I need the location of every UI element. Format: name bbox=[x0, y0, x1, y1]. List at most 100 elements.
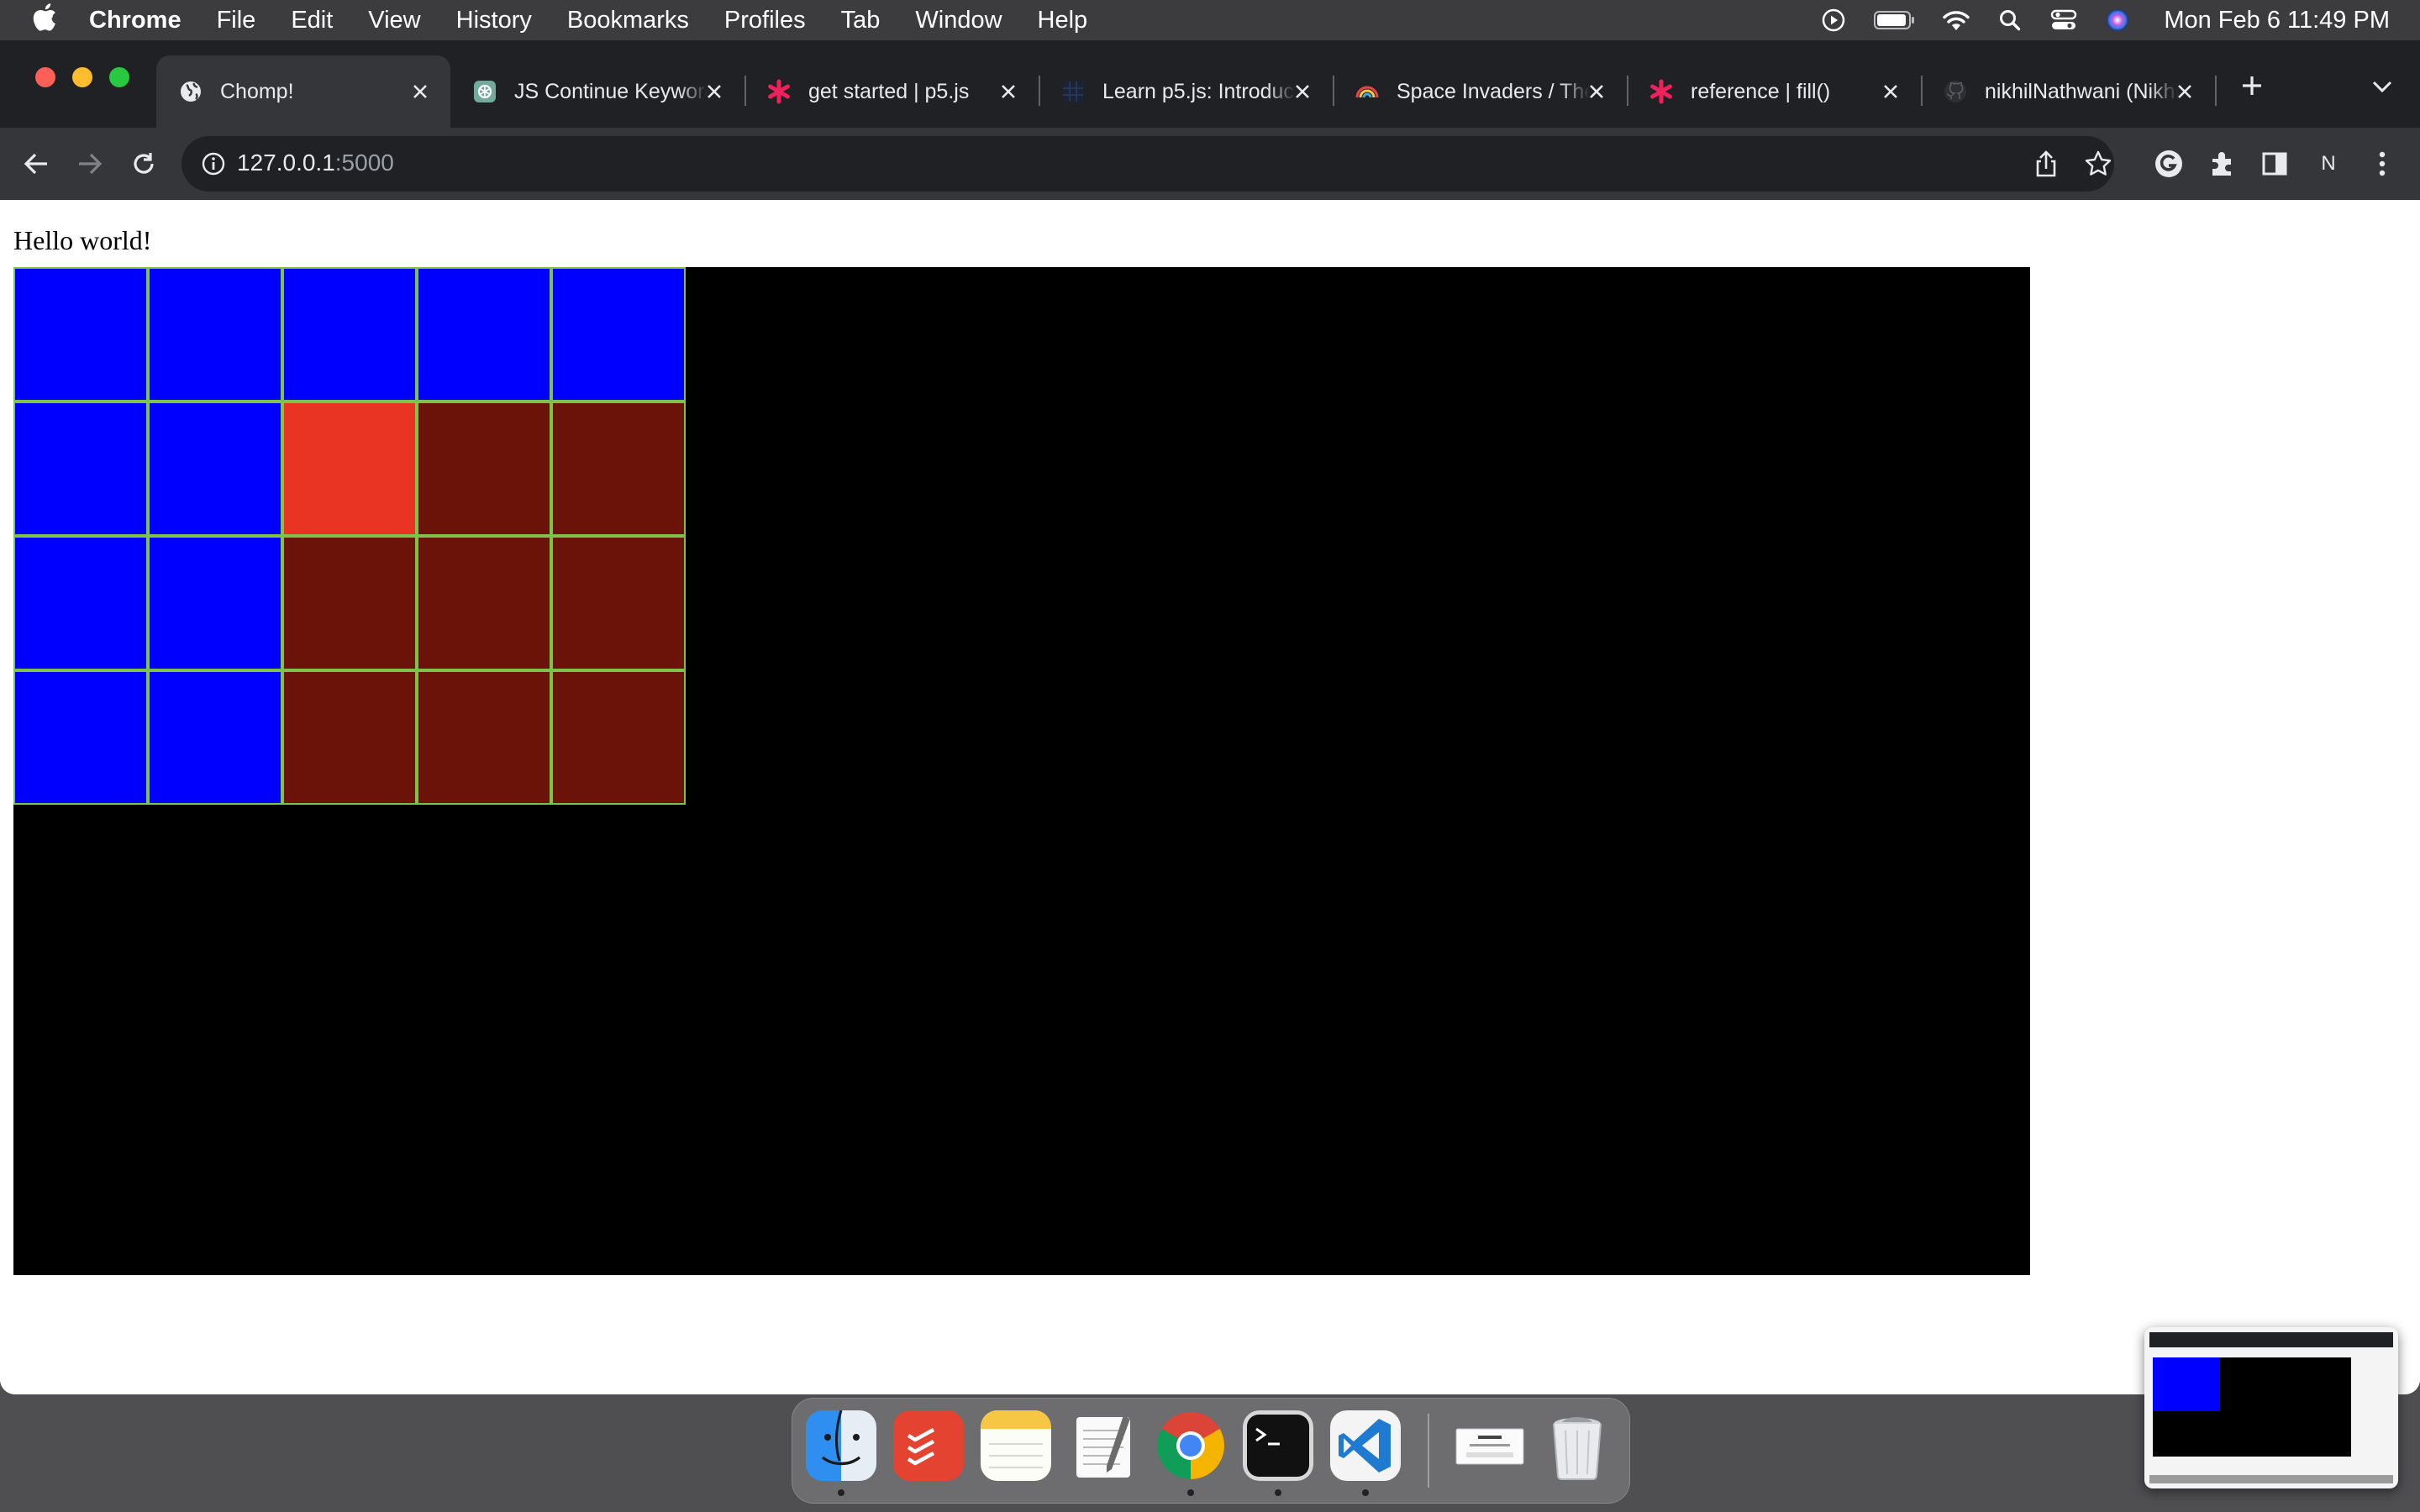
terminal-icon[interactable] bbox=[1243, 1410, 1313, 1481]
bookmark-star-icon[interactable] bbox=[2082, 148, 2114, 180]
menu-view[interactable]: View bbox=[368, 7, 420, 34]
play-circle-icon[interactable] bbox=[1819, 6, 1848, 34]
window-close-button[interactable] bbox=[35, 67, 55, 87]
siri-icon[interactable] bbox=[2103, 6, 2132, 34]
rainbow-icon bbox=[1355, 79, 1380, 104]
grid-cell-unvisited bbox=[551, 267, 686, 402]
thumbnail-grid bbox=[2153, 1357, 2220, 1411]
menu-window[interactable]: Window bbox=[915, 7, 1002, 34]
wifi-icon[interactable] bbox=[1942, 6, 1970, 34]
github-icon bbox=[1943, 79, 1968, 104]
back-arrow-icon[interactable] bbox=[15, 143, 57, 185]
grid-page-icon bbox=[1060, 79, 1086, 104]
menu-tab[interactable]: Tab bbox=[841, 7, 881, 34]
menu-app-name[interactable]: Chrome bbox=[89, 7, 182, 34]
textedit-icon[interactable] bbox=[1068, 1410, 1139, 1481]
address-url[interactable]: 127.0.0.1:5000 bbox=[237, 150, 394, 176]
tab-space-invaders[interactable]: Space Invaders / The Coding Train bbox=[1333, 55, 1627, 128]
menu-file[interactable]: File bbox=[217, 7, 256, 34]
menu-profiles[interactable]: Profiles bbox=[724, 7, 806, 34]
page-content: Hello world! bbox=[0, 200, 2420, 1394]
tab-title: Space Invaders / The Coding Train bbox=[1397, 79, 1590, 103]
tab-js-continue[interactable]: JS Continue Keyword bbox=[450, 55, 744, 128]
p5-asterisk-icon bbox=[766, 79, 792, 104]
more-menu-kebab-icon[interactable] bbox=[2363, 144, 2402, 183]
todoist-icon[interactable] bbox=[893, 1410, 964, 1481]
grammarly-extension-icon[interactable] bbox=[2149, 144, 2188, 183]
grid-cell-eaten bbox=[282, 536, 417, 670]
chrome-icon[interactable] bbox=[1155, 1410, 1226, 1481]
chrome-window: Chomp! JS Continue Keyword get started |… bbox=[0, 40, 2420, 1394]
menu-help[interactable]: Help bbox=[1038, 7, 1088, 34]
new-tab-plus-icon[interactable] bbox=[2232, 66, 2272, 106]
grid-cell-unvisited bbox=[148, 267, 282, 402]
tab-close-icon[interactable] bbox=[2173, 80, 2196, 103]
tab-title: Chomp! bbox=[220, 79, 294, 103]
window-minimize-button[interactable] bbox=[72, 67, 92, 87]
notes-icon[interactable] bbox=[981, 1410, 1051, 1481]
profile-initial: N bbox=[2321, 152, 2336, 175]
tab-reference-fill[interactable]: reference | fill() bbox=[1627, 55, 1921, 128]
control-center-icon[interactable] bbox=[2049, 6, 2078, 34]
share-icon[interactable] bbox=[2030, 148, 2062, 180]
menubar-status-area: Mon Feb 6 11:49 PM bbox=[1819, 0, 2390, 40]
grid-cell-eaten bbox=[417, 402, 551, 536]
globe-icon bbox=[178, 79, 203, 104]
tab-close-icon[interactable] bbox=[1585, 80, 1608, 103]
grid-cell-unvisited bbox=[13, 402, 148, 536]
window-zoom-button[interactable] bbox=[109, 67, 129, 87]
thumbnail-canvas bbox=[2153, 1357, 2351, 1457]
tab-close-icon[interactable] bbox=[702, 80, 726, 103]
profile-avatar[interactable]: N bbox=[2309, 144, 2348, 183]
grid-cell-eaten bbox=[551, 536, 686, 670]
tab-chomp[interactable]: Chomp! bbox=[156, 55, 450, 128]
reload-icon[interactable] bbox=[123, 143, 165, 185]
tab-search-chevron-down-icon[interactable] bbox=[2365, 69, 2400, 104]
grid-cell-eaten bbox=[417, 670, 551, 805]
tab-p5-get-started[interactable]: get started | p5.js bbox=[744, 55, 1039, 128]
tab-close-icon[interactable] bbox=[408, 80, 432, 103]
grid-cell-unvisited bbox=[13, 670, 148, 805]
vscode-icon[interactable] bbox=[1330, 1410, 1401, 1481]
tab-title: get started | p5.js bbox=[808, 79, 970, 103]
tab-learn-p5[interactable]: Learn p5.js: Introduction bbox=[1039, 55, 1333, 128]
address-bar[interactable]: 127.0.0.1:5000 bbox=[182, 136, 2114, 192]
tab-title: Learn p5.js: Introduction bbox=[1102, 79, 1296, 103]
spotlight-search-icon[interactable] bbox=[1996, 6, 2024, 34]
grid-cell-eaten bbox=[551, 402, 686, 536]
tab-github-profile[interactable]: nikhilNathwani (Nikhil) bbox=[1921, 55, 2215, 128]
grid-cell-unvisited bbox=[148, 670, 282, 805]
apple-menu-icon[interactable] bbox=[30, 3, 59, 39]
p5-asterisk-icon bbox=[1649, 79, 1674, 104]
menubar-clock[interactable]: Mon Feb 6 11:49 PM bbox=[2164, 7, 2390, 34]
side-panel-icon[interactable] bbox=[2255, 144, 2294, 183]
dock-divider bbox=[1428, 1414, 1429, 1488]
game-grid bbox=[13, 267, 686, 805]
menu-edit[interactable]: Edit bbox=[291, 7, 333, 34]
tab-close-icon[interactable] bbox=[1879, 80, 1902, 103]
grid-cell-eaten bbox=[417, 536, 551, 670]
game-canvas[interactable] bbox=[13, 267, 2030, 1275]
tab-close-icon[interactable] bbox=[1291, 80, 1314, 103]
battery-icon[interactable] bbox=[1873, 6, 1917, 34]
macos-menubar: Chrome File Edit View History Bookmarks … bbox=[0, 0, 2420, 40]
menu-history[interactable]: History bbox=[456, 7, 532, 34]
tab-title: nikhilNathwani (Nikhil) bbox=[1985, 79, 2178, 103]
finder-running-dot bbox=[838, 1489, 844, 1496]
tab-close-icon[interactable] bbox=[997, 80, 1020, 103]
extensions-puzzle-icon[interactable] bbox=[2203, 144, 2242, 183]
finder-icon[interactable] bbox=[806, 1410, 876, 1481]
grid-cell-unvisited bbox=[13, 267, 148, 402]
forward-arrow-icon[interactable] bbox=[69, 143, 111, 185]
trash-icon[interactable] bbox=[1542, 1410, 1612, 1481]
tab-strip: Chomp! JS Continue Keyword get started |… bbox=[0, 40, 2420, 128]
menu-bookmarks[interactable]: Bookmarks bbox=[567, 7, 689, 34]
site-info-icon[interactable] bbox=[200, 150, 227, 177]
document-stack-icon[interactable] bbox=[1455, 1410, 1525, 1481]
grid-cell-eaten bbox=[282, 670, 417, 805]
screenshot-preview-thumbnail[interactable] bbox=[2144, 1327, 2398, 1488]
thumbnail-browser-bar bbox=[2149, 1332, 2393, 1347]
window-controls bbox=[35, 67, 129, 87]
grid-cell-cursor bbox=[282, 402, 417, 536]
vscode-running-dot bbox=[1362, 1489, 1369, 1496]
